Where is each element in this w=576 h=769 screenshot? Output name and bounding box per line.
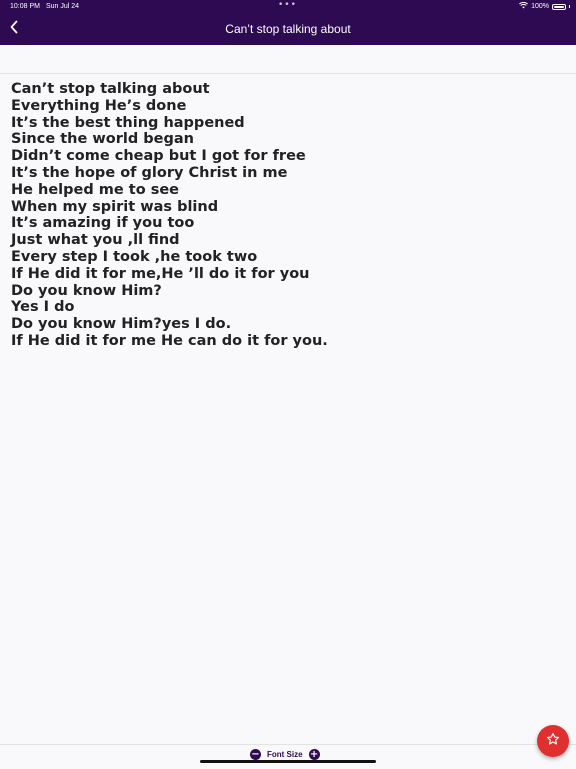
lyric-line: If He did it for me,He ’ll do it for you: [11, 265, 310, 282]
increase-font-button[interactable]: +: [308, 749, 320, 760]
font-size-label: Font Size: [267, 750, 303, 759]
decrease-font-button[interactable]: −: [250, 749, 261, 760]
home-indicator[interactable]: [200, 760, 376, 763]
multitasking-dots[interactable]: •••: [278, 0, 297, 10]
lyric-line: It’s the best thing happened: [11, 114, 245, 131]
battery-percent: 100%: [531, 3, 549, 10]
page-title: Can’t stop talking about: [225, 22, 351, 36]
favorite-button[interactable]: [537, 725, 569, 757]
battery-cap: [569, 5, 570, 8]
status-date: Sun Jul 24: [46, 3, 80, 10]
sub-toolbar: [0, 45, 576, 74]
lyric-line: When my spirit was blind: [11, 198, 219, 215]
lyric-line: He helped me to see: [11, 181, 180, 198]
lyric-line: Didn’t come cheap but I got for free: [11, 148, 306, 165]
lyric-line: Do you know Him?yes I do.: [11, 316, 232, 333]
battery-icon: [552, 3, 566, 10]
lyrics-body: Can’t stop talking about Everything He’s…: [11, 81, 566, 350]
lyric-line: Just what you ,ll find: [11, 232, 180, 249]
star-outline-icon: [546, 732, 560, 751]
lyric-line: Since the world began: [11, 131, 194, 148]
lyric-line: It’s amazing if you too: [11, 215, 195, 232]
lyric-line: Yes I do: [11, 299, 75, 316]
wifi-icon: [519, 1, 529, 11]
lyric-line: Every step I took ,he took two: [11, 248, 258, 265]
status-right: 100%: [519, 1, 570, 11]
lyric-line: Do you know Him?: [11, 282, 162, 299]
lyric-line: If He did it for me He can do it for you…: [11, 332, 328, 349]
lyric-line: Everything He’s done: [11, 97, 187, 114]
font-size-control: − Font Size +: [250, 749, 320, 760]
status-time: 10:08 PM: [10, 3, 40, 10]
lyric-line: It’s the hope of glory Christ in me: [11, 164, 288, 181]
nav-header: 10:08 PM Sun Jul 24 ••• 100% Can’t stop …: [0, 0, 576, 45]
lyric-line: Can’t stop talking about: [11, 81, 210, 97]
